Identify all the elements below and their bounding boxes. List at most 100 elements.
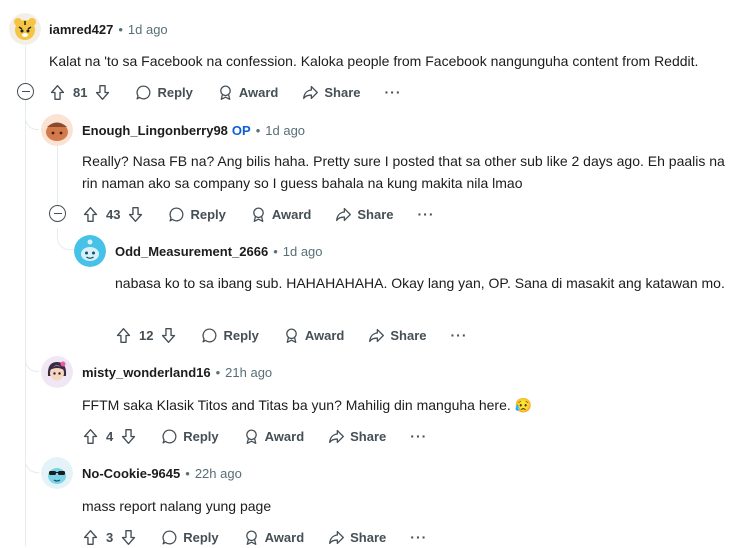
separator-dot: • — [118, 21, 123, 37]
share-button[interactable]: Share — [368, 327, 427, 344]
vote-count: 4 — [106, 428, 114, 444]
share-label: Share — [350, 428, 387, 444]
award-icon — [245, 529, 257, 545]
separator-dot: • — [273, 243, 278, 259]
more-options-icon[interactable]: ··· — [418, 206, 435, 222]
collapse-thread-button[interactable] — [17, 83, 34, 100]
separator-dot: • — [255, 122, 261, 138]
upvote-icon[interactable] — [82, 529, 99, 546]
share-label: Share — [350, 529, 387, 545]
share-button[interactable]: Share — [302, 84, 361, 101]
vote-controls: 12 — [115, 327, 177, 344]
comment-body: Really? Nasa FB na? Ang bilis haha. Pret… — [82, 153, 725, 191]
comment-timestamp[interactable]: 1d ago — [128, 22, 168, 37]
more-options-icon[interactable]: ··· — [451, 327, 468, 343]
comment-timestamp[interactable]: 22h ago — [195, 466, 242, 481]
award-label: Award — [238, 84, 279, 100]
reply-button[interactable]: Reply — [168, 206, 226, 223]
reply-label: Reply — [183, 428, 219, 444]
downvote-icon[interactable] — [120, 428, 137, 445]
award-button[interactable]: Award — [283, 327, 345, 344]
reply-button[interactable]: Reply — [201, 327, 259, 344]
comment-author[interactable]: Enough_Lingonberry98 — [82, 123, 228, 138]
downvote-icon[interactable] — [120, 529, 137, 546]
share-arrow-icon — [336, 207, 352, 221]
thread-line-level2 — [57, 146, 58, 206]
speech-bubble-icon — [202, 327, 217, 343]
reply-button[interactable]: Reply — [135, 84, 193, 101]
award-label: Award — [264, 428, 305, 444]
more-options-icon[interactable]: ··· — [410, 529, 427, 545]
reply-label: Reply — [190, 206, 226, 222]
vote-count: 3 — [106, 529, 114, 545]
award-icon — [286, 327, 297, 343]
share-label: Share — [324, 84, 361, 100]
comment-timestamp[interactable]: 21h ago — [225, 365, 272, 380]
award-button[interactable]: Award — [243, 428, 305, 445]
separator-dot: • — [215, 364, 221, 380]
more-options-icon[interactable]: ··· — [410, 428, 427, 444]
comment-author[interactable]: No-Cookie-9645 — [82, 466, 180, 481]
speech-bubble-icon — [136, 84, 151, 100]
share-arrow-icon — [329, 429, 345, 443]
share-arrow-icon — [369, 328, 385, 342]
award-label: Award — [304, 327, 345, 343]
comment-timestamp[interactable]: 1d ago — [265, 123, 305, 138]
comment-author[interactable]: iamred427 — [49, 22, 113, 37]
vote-controls: 4 — [82, 428, 137, 445]
vote-count: 43 — [106, 206, 121, 222]
comment-body: nabasa ko to sa ibang sub. HAHAHAHAHA. O… — [115, 275, 725, 291]
vote-count: 12 — [139, 327, 154, 343]
collapse-thread-button[interactable] — [49, 205, 66, 222]
snoo-avatar-icon[interactable] — [74, 235, 106, 267]
upvote-icon[interactable] — [115, 327, 132, 344]
more-options-icon[interactable]: ··· — [385, 84, 402, 100]
comment-author[interactable]: Odd_Measurement_2666 — [115, 244, 268, 259]
award-label: Award — [271, 206, 312, 222]
share-label: Share — [357, 206, 394, 222]
comment-author[interactable]: misty_wonderland16 — [82, 365, 211, 380]
thread-elbow-root-b — [25, 350, 39, 372]
upvote-icon[interactable] — [82, 206, 99, 223]
sunglasses-avatar-icon[interactable] — [41, 457, 73, 489]
vote-controls: 3 — [82, 529, 137, 546]
award-icon — [245, 428, 257, 444]
reply-button[interactable]: Reply — [161, 529, 219, 546]
downvote-icon[interactable] — [127, 206, 144, 223]
comment-body: Kalat na 'to sa Facebook na confession. … — [49, 53, 699, 69]
share-button[interactable]: Share — [328, 428, 386, 445]
award-button[interactable]: Award — [217, 84, 279, 101]
comment-body: mass report nalang yung page — [82, 498, 272, 514]
share-arrow-icon — [329, 530, 345, 544]
reply-label: Reply — [223, 327, 259, 343]
tiger-avatar-icon[interactable] — [9, 13, 41, 45]
vote-controls: 43 — [82, 206, 144, 223]
thread-elbow-root-c — [25, 451, 39, 473]
vote-count: 81 — [73, 84, 88, 100]
award-button[interactable]: Award — [243, 529, 305, 546]
upvote-icon[interactable] — [82, 428, 99, 445]
award-icon — [253, 206, 264, 222]
share-button[interactable]: Share — [328, 529, 386, 546]
thread-elbow-root-a — [25, 108, 39, 130]
reply-label: Reply — [157, 84, 193, 100]
girl-avatar-icon[interactable] — [41, 356, 73, 388]
comment-body: FFTM saka Klasik Titos and Titas ba yun?… — [82, 397, 533, 413]
speech-bubble-icon — [162, 428, 177, 444]
upvote-icon[interactable] — [49, 84, 66, 101]
speech-bubble-icon — [162, 529, 177, 545]
share-button[interactable]: Share — [335, 206, 394, 223]
award-icon — [220, 84, 231, 100]
share-arrow-icon — [303, 85, 319, 99]
award-button[interactable]: Award — [250, 206, 312, 223]
reply-button[interactable]: Reply — [161, 428, 219, 445]
op-badge: OP — [231, 122, 251, 138]
reply-label: Reply — [183, 529, 219, 545]
vote-controls: 81 — [49, 84, 111, 101]
downvote-icon[interactable] — [160, 327, 177, 344]
acorn-avatar-icon[interactable] — [41, 114, 73, 146]
downvote-icon[interactable] — [94, 84, 111, 101]
speech-bubble-icon — [169, 206, 184, 222]
award-label: Award — [264, 529, 305, 545]
comment-timestamp[interactable]: 1d ago — [283, 244, 323, 259]
